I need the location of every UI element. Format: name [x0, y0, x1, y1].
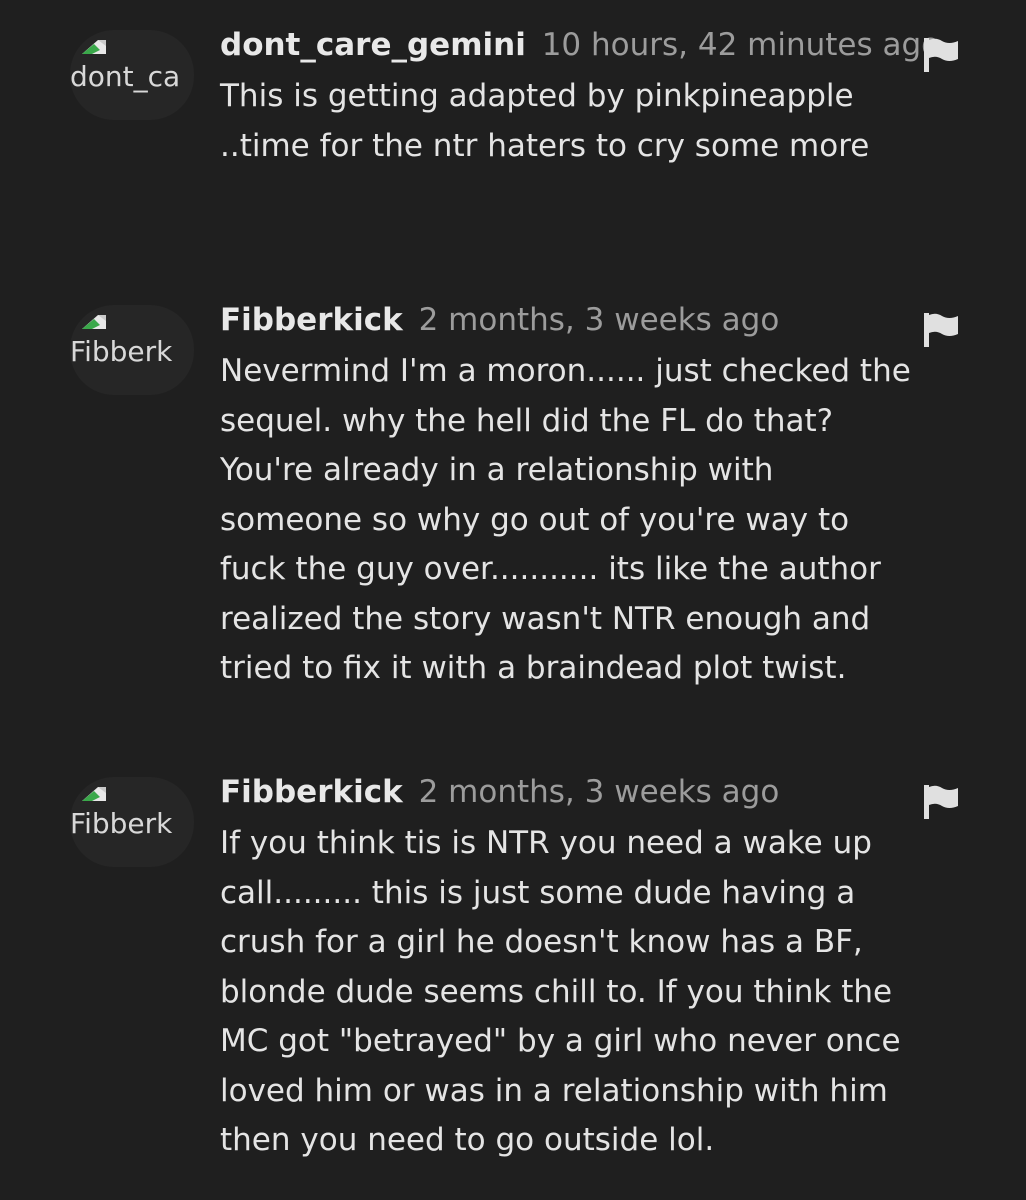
avatar[interactable]: Fibberk — [70, 305, 194, 395]
comment-meta: dont_care_gemini 10 hours, 42 minutes ag… — [220, 20, 965, 70]
comment-body: Fibberkick 2 months, 3 weeks ago If you … — [220, 774, 965, 1166]
comment-text: Nevermind I'm a moron...... just checked… — [220, 353, 911, 686]
avatar-alt-text: Fibberk — [70, 807, 173, 840]
comment-meta: Fibberkick 2 months, 3 weeks ago — [220, 295, 965, 345]
avatar[interactable]: dont_ca — [70, 30, 194, 120]
comment-meta: Fibberkick 2 months, 3 weeks ago — [220, 767, 965, 817]
username-link[interactable]: dont_care_gemini — [220, 27, 526, 63]
username-link[interactable]: Fibberkick — [220, 774, 403, 810]
comment-text: This is getting adapted by pinkpineapple… — [220, 78, 870, 164]
avatar[interactable]: Fibberk — [70, 777, 194, 867]
broken-image-icon — [82, 787, 106, 801]
timestamp: 2 months, 3 weeks ago — [418, 302, 780, 338]
username-link[interactable]: Fibberkick — [220, 302, 403, 338]
flag-icon[interactable] — [922, 783, 960, 819]
avatar-alt-text: Fibberk — [70, 335, 173, 368]
flag-icon[interactable] — [922, 311, 960, 347]
timestamp: 10 hours, 42 minutes ago — [541, 27, 941, 63]
broken-image-icon — [82, 40, 106, 54]
comment-text: If you think tis is NTR you need a wake … — [220, 825, 901, 1158]
avatar-alt-text: dont_ca — [70, 60, 181, 93]
comment-body: dont_care_gemini 10 hours, 42 minutes ag… — [220, 27, 965, 171]
timestamp: 2 months, 3 weeks ago — [418, 774, 780, 810]
flag-icon[interactable] — [922, 36, 960, 72]
broken-image-icon — [82, 315, 106, 329]
comment-body: Fibberkick 2 months, 3 weeks ago Nevermi… — [220, 302, 965, 694]
